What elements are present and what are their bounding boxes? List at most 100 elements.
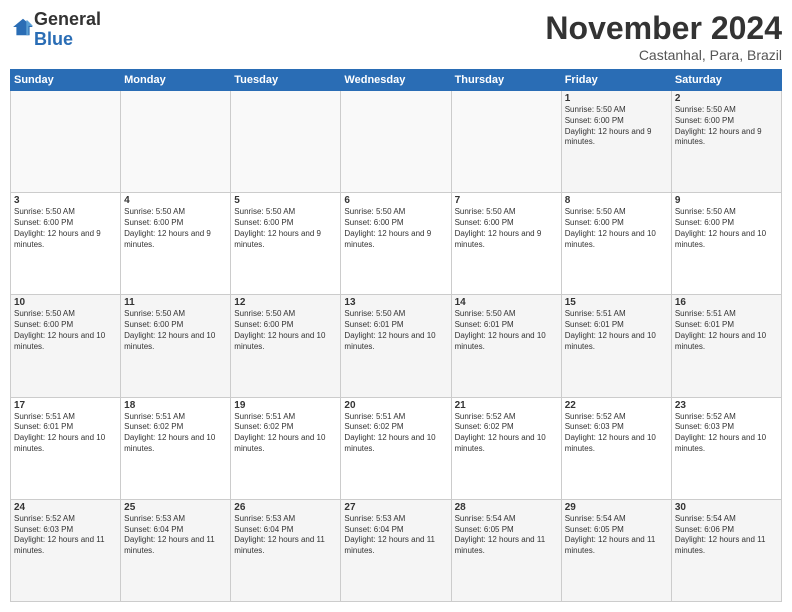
logo-general: General [34,9,101,29]
day-info: Sunrise: 5:50 AM Sunset: 6:00 PM Dayligh… [565,105,668,148]
day-number: 18 [124,400,227,411]
day-number: 5 [234,195,337,206]
calendar-cell: 2Sunrise: 5:50 AM Sunset: 6:00 PM Daylig… [671,91,781,193]
day-number: 28 [455,502,558,513]
day-info: Sunrise: 5:50 AM Sunset: 6:00 PM Dayligh… [234,207,337,250]
calendar-cell: 8Sunrise: 5:50 AM Sunset: 6:00 PM Daylig… [561,193,671,295]
day-info: Sunrise: 5:52 AM Sunset: 6:03 PM Dayligh… [565,412,668,455]
day-info: Sunrise: 5:51 AM Sunset: 6:02 PM Dayligh… [234,412,337,455]
calendar-cell: 9Sunrise: 5:50 AM Sunset: 6:00 PM Daylig… [671,193,781,295]
day-number: 14 [455,297,558,308]
day-number: 4 [124,195,227,206]
logo-icon [12,16,34,38]
calendar-cell: 25Sunrise: 5:53 AM Sunset: 6:04 PM Dayli… [121,499,231,601]
day-info: Sunrise: 5:52 AM Sunset: 6:03 PM Dayligh… [14,514,117,557]
day-number: 27 [344,502,447,513]
day-number: 11 [124,297,227,308]
day-number: 19 [234,400,337,411]
day-header-wednesday: Wednesday [341,70,451,91]
title-block: November 2024 Castanhal, Para, Brazil [545,10,782,63]
day-info: Sunrise: 5:52 AM Sunset: 6:02 PM Dayligh… [455,412,558,455]
page: General Blue November 2024 Castanhal, Pa… [0,0,792,612]
day-info: Sunrise: 5:51 AM Sunset: 6:02 PM Dayligh… [124,412,227,455]
day-info: Sunrise: 5:50 AM Sunset: 6:00 PM Dayligh… [234,309,337,352]
calendar-table: SundayMondayTuesdayWednesdayThursdayFrid… [10,69,782,602]
calendar-cell: 28Sunrise: 5:54 AM Sunset: 6:05 PM Dayli… [451,499,561,601]
day-number: 29 [565,502,668,513]
logo-text: General Blue [34,10,101,50]
calendar-cell: 10Sunrise: 5:50 AM Sunset: 6:00 PM Dayli… [11,295,121,397]
day-info: Sunrise: 5:54 AM Sunset: 6:05 PM Dayligh… [565,514,668,557]
calendar-cell: 20Sunrise: 5:51 AM Sunset: 6:02 PM Dayli… [341,397,451,499]
day-info: Sunrise: 5:51 AM Sunset: 6:01 PM Dayligh… [675,309,778,352]
day-number: 3 [14,195,117,206]
day-info: Sunrise: 5:53 AM Sunset: 6:04 PM Dayligh… [234,514,337,557]
calendar-cell: 14Sunrise: 5:50 AM Sunset: 6:01 PM Dayli… [451,295,561,397]
day-number: 24 [14,502,117,513]
calendar-cell: 19Sunrise: 5:51 AM Sunset: 6:02 PM Dayli… [231,397,341,499]
logo-blue: Blue [34,29,73,49]
calendar-cell: 23Sunrise: 5:52 AM Sunset: 6:03 PM Dayli… [671,397,781,499]
day-header-sunday: Sunday [11,70,121,91]
calendar-header-row: SundayMondayTuesdayWednesdayThursdayFrid… [11,70,782,91]
day-info: Sunrise: 5:51 AM Sunset: 6:02 PM Dayligh… [344,412,447,455]
day-info: Sunrise: 5:50 AM Sunset: 6:00 PM Dayligh… [124,309,227,352]
month-title: November 2024 [545,10,782,47]
day-header-monday: Monday [121,70,231,91]
day-info: Sunrise: 5:50 AM Sunset: 6:01 PM Dayligh… [455,309,558,352]
calendar-cell: 26Sunrise: 5:53 AM Sunset: 6:04 PM Dayli… [231,499,341,601]
day-number: 15 [565,297,668,308]
day-number: 6 [344,195,447,206]
calendar-week-row: 24Sunrise: 5:52 AM Sunset: 6:03 PM Dayli… [11,499,782,601]
day-info: Sunrise: 5:50 AM Sunset: 6:00 PM Dayligh… [344,207,447,250]
calendar-cell: 15Sunrise: 5:51 AM Sunset: 6:01 PM Dayli… [561,295,671,397]
calendar-cell: 4Sunrise: 5:50 AM Sunset: 6:00 PM Daylig… [121,193,231,295]
location-title: Castanhal, Para, Brazil [545,47,782,63]
day-info: Sunrise: 5:51 AM Sunset: 6:01 PM Dayligh… [14,412,117,455]
day-info: Sunrise: 5:50 AM Sunset: 6:00 PM Dayligh… [124,207,227,250]
calendar-cell [231,91,341,193]
day-info: Sunrise: 5:53 AM Sunset: 6:04 PM Dayligh… [344,514,447,557]
calendar-cell [11,91,121,193]
logo: General Blue [10,10,101,50]
calendar-cell: 5Sunrise: 5:50 AM Sunset: 6:00 PM Daylig… [231,193,341,295]
day-info: Sunrise: 5:50 AM Sunset: 6:00 PM Dayligh… [565,207,668,250]
calendar-week-row: 3 Sunrise: 5:50 AM Sunset: 6:00 PM Daylig… [11,193,782,295]
day-header-friday: Friday [561,70,671,91]
day-number: 10 [14,297,117,308]
day-info: Sunrise: 5:50 AM Sunset: 6:00 PM Dayligh… [675,207,778,250]
calendar-cell: 18Sunrise: 5:51 AM Sunset: 6:02 PM Dayli… [121,397,231,499]
calendar-cell: 16Sunrise: 5:51 AM Sunset: 6:01 PM Dayli… [671,295,781,397]
calendar-cell: 1Sunrise: 5:50 AM Sunset: 6:00 PM Daylig… [561,91,671,193]
day-header-saturday: Saturday [671,70,781,91]
header: General Blue November 2024 Castanhal, Pa… [10,10,782,63]
calendar-cell: 7Sunrise: 5:50 AM Sunset: 6:00 PM Daylig… [451,193,561,295]
calendar-cell: 12Sunrise: 5:50 AM Sunset: 6:00 PM Dayli… [231,295,341,397]
calendar-cell: 30Sunrise: 5:54 AM Sunset: 6:06 PM Dayli… [671,499,781,601]
day-header-tuesday: Tuesday [231,70,341,91]
day-number: 13 [344,297,447,308]
day-number: 2 [675,93,778,104]
calendar-cell: 24Sunrise: 5:52 AM Sunset: 6:03 PM Dayli… [11,499,121,601]
day-number: 20 [344,400,447,411]
day-number: 23 [675,400,778,411]
calendar-cell: 17Sunrise: 5:51 AM Sunset: 6:01 PM Dayli… [11,397,121,499]
calendar-cell [341,91,451,193]
day-info: Sunrise: 5:52 AM Sunset: 6:03 PM Dayligh… [675,412,778,455]
day-info: Sunrise: 5:54 AM Sunset: 6:05 PM Dayligh… [455,514,558,557]
day-header-thursday: Thursday [451,70,561,91]
calendar-cell: 3Sunrise: 5:50 AM Sunset: 6:00 PM Daylig… [11,193,121,295]
day-number: 9 [675,195,778,206]
calendar-week-row: 10Sunrise: 5:50 AM Sunset: 6:00 PM Dayli… [11,295,782,397]
calendar-cell: 21Sunrise: 5:52 AM Sunset: 6:02 PM Dayli… [451,397,561,499]
day-number: 26 [234,502,337,513]
day-info: Sunrise: 5:50 AM Sunset: 6:01 PM Dayligh… [344,309,447,352]
day-number: 21 [455,400,558,411]
day-info: Sunrise: 5:50 AM Sunset: 6:00 PM Dayligh… [14,309,117,352]
day-info: Sunrise: 5:53 AM Sunset: 6:04 PM Dayligh… [124,514,227,557]
calendar-cell [451,91,561,193]
day-number: 8 [565,195,668,206]
day-number: 30 [675,502,778,513]
day-number: 22 [565,400,668,411]
day-info: Sunrise: 5:51 AM Sunset: 6:01 PM Dayligh… [565,309,668,352]
